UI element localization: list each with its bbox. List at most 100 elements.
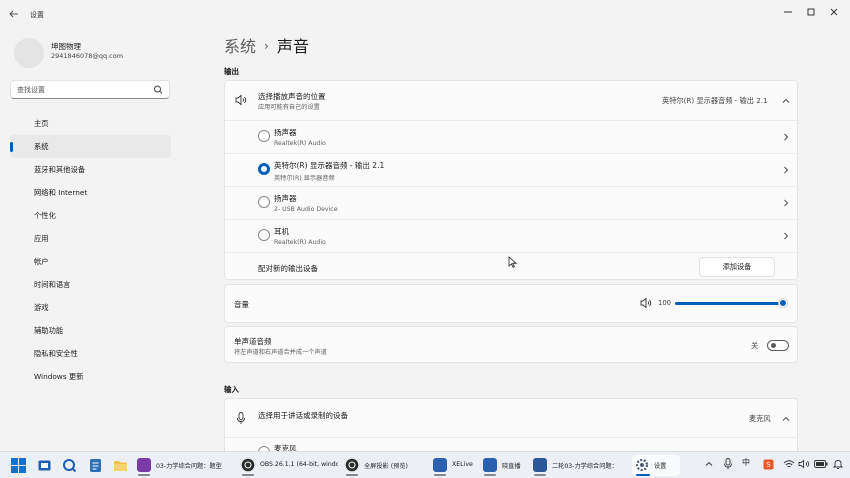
user-name: 坤图物理	[51, 42, 81, 51]
device-sub: Realtek(R) Audio	[274, 239, 326, 246]
device-sub: 2- USB Audio Device	[274, 206, 338, 213]
volume-card: 音量 100	[224, 284, 798, 323]
sidebar-item-accounts[interactable]: 帐户	[10, 250, 171, 273]
microphone-icon[interactable]	[723, 458, 733, 472]
xelive-icon	[433, 458, 447, 472]
battery-icon[interactable]	[814, 459, 828, 471]
avatar[interactable]	[14, 38, 44, 68]
onenote-icon	[137, 458, 151, 472]
mono-audio-title: 单声道音频	[234, 337, 272, 346]
taskbar-app-settings[interactable]: 设置	[632, 455, 680, 476]
sidebar-item-bluetooth[interactable]: 蓝牙和其他设备	[10, 158, 171, 181]
sidebar-item-personalization[interactable]: 个性化	[10, 204, 171, 227]
input-section-label: 输入	[224, 385, 239, 394]
search-taskbar-icon[interactable]	[62, 458, 77, 473]
wifi-icon[interactable]	[783, 459, 795, 471]
taskbar-running-indicator	[534, 474, 546, 476]
chevron-right-icon[interactable]	[782, 166, 790, 174]
speaker-icon[interactable]	[639, 296, 653, 310]
taskbar-app-label: 03-力学综合问题：题型	[156, 463, 222, 470]
notes-app-icon[interactable]	[88, 458, 103, 473]
output-device-row[interactable]: 耳机 Realtek(R) Audio	[225, 219, 799, 252]
taskbar-app-label: OBS 26.1.1 (64-bit, windo	[260, 461, 338, 468]
output-device-selector[interactable]: 选择播放声音的位置 应用可能有自己的设置 英特尔(R) 显示器音频 - 输出 2…	[225, 81, 799, 120]
chevron-right-icon[interactable]	[782, 232, 790, 240]
breadcrumb-parent[interactable]: 系统	[224, 37, 256, 56]
back-arrow-icon[interactable]	[8, 8, 20, 20]
device-name: 扬声器	[274, 194, 297, 203]
taskbar-app-label: 全屏投影 (预览)	[364, 463, 408, 470]
toggle-knob	[771, 343, 776, 348]
maximize-button[interactable]	[803, 5, 819, 19]
sidebar-item-apps[interactable]: 应用	[10, 227, 171, 250]
windows-start-icon[interactable]	[11, 458, 26, 473]
volume-slider-thumb[interactable]	[779, 299, 787, 307]
taskbar-app-onenote[interactable]: 03-力学综合问题：题型	[134, 455, 236, 476]
file-explorer-icon[interactable]	[113, 458, 128, 473]
sidebar-item-windows-update[interactable]: Windows 更新	[10, 365, 171, 388]
mono-audio-toggle[interactable]	[767, 340, 789, 351]
obs-icon	[345, 458, 359, 472]
title-bar: 设置	[0, 0, 850, 28]
device-name: 扬声器	[274, 128, 297, 137]
sidebar-item-accessibility[interactable]: 辅助功能	[10, 319, 171, 342]
volume-tray-icon[interactable]	[798, 459, 810, 471]
taskbar-running-indicator	[242, 474, 254, 476]
device-radio[interactable]	[258, 130, 270, 142]
taskbar-running-indicator	[434, 474, 446, 476]
input-method-icon[interactable]: S	[763, 459, 774, 472]
input-device-row[interactable]: 麦克风	[225, 437, 797, 451]
taskbar-running-indicator	[346, 474, 358, 476]
taskbar-app-word[interactable]: 二轮03-力学综合问题：	[530, 455, 630, 476]
chevron-up-icon[interactable]	[705, 460, 713, 470]
device-name: 耳机	[274, 227, 289, 236]
taskbar-app-xelive[interactable]: XELive	[430, 455, 476, 476]
window-title: 设置	[30, 11, 44, 19]
input-selected-device: 麦克风	[749, 414, 771, 423]
close-button[interactable]	[826, 5, 842, 19]
taskbar: 03-力学综合问题：题型 OBS 26.1.1 (64-bit, windo 全…	[0, 451, 850, 478]
chevron-up-icon[interactable]	[782, 97, 790, 105]
taskbar-app-live[interactable]: 晓直播	[480, 455, 528, 476]
volume-value: 100	[658, 299, 671, 307]
minimize-button[interactable]	[780, 5, 796, 19]
sidebar-item-time-language[interactable]: 时间和语言	[10, 273, 171, 296]
user-email: 2941846078@qq.com	[51, 52, 124, 60]
device-radio[interactable]	[258, 229, 270, 241]
sidebar-item-network[interactable]: 网络和 Internet	[10, 181, 171, 204]
volume-slider[interactable]	[675, 299, 787, 307]
output-device-row[interactable]: 扬声器 Realtek(R) Audio	[225, 120, 799, 153]
chevron-right-icon[interactable]	[782, 133, 790, 141]
breadcrumb-separator: ›	[264, 39, 269, 53]
taskbar-app-projector[interactable]: 全屏投影 (预览)	[342, 455, 428, 476]
add-device-button[interactable]: 添加设备	[699, 257, 775, 277]
output-device-row[interactable]: 扬声器 2- USB Audio Device	[225, 186, 799, 219]
word-icon	[533, 458, 547, 472]
sidebar-item-privacy[interactable]: 隐私和安全性	[10, 342, 171, 365]
taskbar-app-obs[interactable]: OBS 26.1.1 (64-bit, windo	[238, 455, 340, 476]
sidebar-item-system[interactable]: 系统	[10, 135, 171, 158]
sidebar-item-home[interactable]: 主页	[10, 112, 171, 135]
sidebar-item-gaming[interactable]: 游戏	[10, 296, 171, 319]
taskbar-app-label: 晓直播	[502, 463, 521, 470]
notification-bell-icon[interactable]	[832, 458, 844, 472]
output-choose-title: 选择播放声音的位置	[258, 92, 326, 101]
search-input[interactable]	[17, 84, 147, 96]
microphone-icon	[234, 411, 248, 425]
output-device-row[interactable]: 英特尔(R) 显示器音频 - 输出 2.1 英特尔(R) 显示器音频	[225, 153, 799, 186]
input-device-selector[interactable]: 选择用于讲话或录制的设备 麦克风	[225, 399, 797, 437]
search-icon[interactable]	[153, 84, 163, 96]
device-radio[interactable]	[258, 163, 270, 175]
search-box[interactable]	[10, 80, 170, 99]
mono-audio-state: 关	[751, 341, 759, 350]
task-view-icon[interactable]	[37, 458, 52, 473]
output-selected-device: 英特尔(R) 显示器音频 - 输出 2.1	[662, 96, 768, 105]
device-radio[interactable]	[258, 196, 270, 208]
ime-mode-indicator[interactable]: 中	[742, 457, 750, 468]
mono-audio-sub: 将左声道和右声道合并成一个声道	[234, 349, 327, 356]
device-sub: Realtek(R) Audio	[274, 140, 326, 147]
mouse-cursor-icon	[508, 256, 517, 268]
chevron-right-icon[interactable]	[782, 199, 790, 207]
gear-icon	[635, 458, 649, 472]
chevron-up-icon[interactable]	[782, 415, 790, 423]
